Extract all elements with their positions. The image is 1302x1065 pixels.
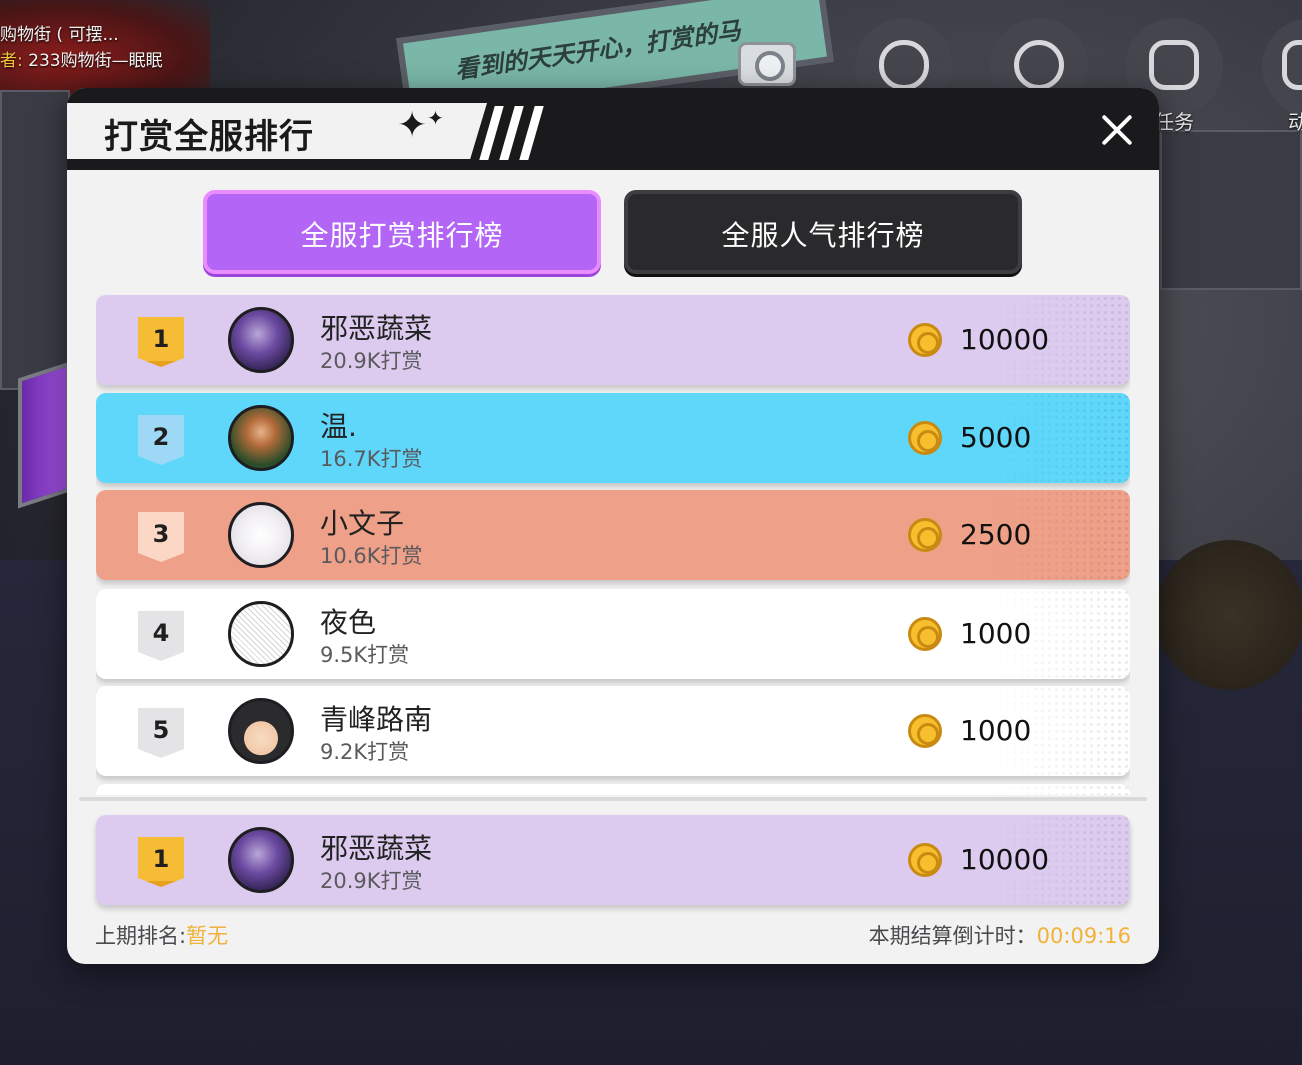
avatar[interactable] xyxy=(228,502,294,568)
scene-tile xyxy=(0,90,70,390)
rank-row[interactable]: 2 温. 16.7K打赏 5000 xyxy=(96,393,1130,483)
rank-row[interactable]: 3 小文子 10.6K打赏 2500 xyxy=(96,490,1130,580)
coin-icon xyxy=(908,323,942,357)
reward-amount: 1000 xyxy=(960,617,1032,650)
player-reward-total: 9.5K打赏 xyxy=(320,643,410,667)
reward-amount: 10000 xyxy=(960,843,1050,876)
caption-prefix: 者: xyxy=(0,51,23,71)
leaderboard-modal: 打赏全服排行 ✦✦ 全服打赏排行榜 全服人气排行榜 1 邪恶蔬菜 20.9K打赏… xyxy=(67,88,1159,964)
coin-icon xyxy=(908,714,942,748)
avatar[interactable] xyxy=(228,601,294,667)
countdown-label: 本期结算倒计时： xyxy=(868,924,1037,948)
task-icon xyxy=(1149,40,1199,90)
player-reward-total: 10.6K打赏 xyxy=(320,544,423,568)
rank-badge: 2 xyxy=(138,415,184,465)
list-divider xyxy=(79,797,1147,801)
hud-activity-button[interactable]: 动 xyxy=(1262,18,1302,134)
heart-hand-icon xyxy=(1014,40,1064,90)
scene-disc xyxy=(1155,540,1302,690)
player-name: 邪恶蔬菜 xyxy=(320,312,433,345)
coin-icon xyxy=(908,421,942,455)
reward-amount: 2500 xyxy=(960,518,1032,551)
modal-title: 打赏全服排行 xyxy=(104,117,314,157)
rank-list[interactable]: 1 邪恶蔬菜 20.9K打赏 10000 2 温. 16.7K打赏 5000 3… xyxy=(96,295,1130,795)
billboard-text: 看到的天天开心，打赏的马 xyxy=(453,16,743,85)
coin-icon xyxy=(908,518,942,552)
modal-header: 打赏全服排行 ✦✦ xyxy=(67,88,1159,170)
player-reward-total: 20.9K打赏 xyxy=(320,349,423,373)
camera-icon[interactable] xyxy=(738,42,796,86)
header-slash xyxy=(519,106,544,160)
rank-badge: 1 xyxy=(138,837,184,887)
countdown-value: 00:09:16 xyxy=(1036,924,1131,948)
scene-tile xyxy=(1160,130,1302,290)
scene-caption-line2: 者: 233购物街—眠眠 xyxy=(0,46,163,71)
rank-row-partial[interactable] xyxy=(96,784,1130,795)
rank-badge: 5 xyxy=(138,708,184,758)
rank-row[interactable]: 4 夜色 9.5K打赏 1000 xyxy=(96,589,1130,679)
rank-row[interactable]: 1 邪恶蔬菜 20.9K打赏 10000 xyxy=(96,295,1130,385)
close-icon[interactable] xyxy=(1097,110,1137,150)
rank-row[interactable]: 5 青峰路南 9.2K打赏 1000 xyxy=(96,686,1130,776)
last-rank-label: 上期排名: xyxy=(95,924,187,948)
tab-popularity-leaderboard[interactable]: 全服人气排行榜 xyxy=(624,190,1022,274)
last-rank-value: 暂无 xyxy=(186,924,229,948)
player-reward-total: 20.9K打赏 xyxy=(320,869,423,893)
avatar[interactable] xyxy=(228,827,294,893)
player-name: 青峰路南 xyxy=(320,703,433,736)
rank-badge: 4 xyxy=(138,611,184,661)
scene-caption-line1: 购物街 ( 可摆... xyxy=(0,25,119,45)
reward-amount: 1000 xyxy=(960,714,1032,747)
avatar[interactable] xyxy=(228,405,294,471)
rank-badge: 3 xyxy=(138,512,184,562)
reward-amount: 10000 xyxy=(960,323,1050,356)
coin-icon xyxy=(908,617,942,651)
player-name: 温. xyxy=(320,410,357,443)
caption-text: 233购物街—眠眠 xyxy=(28,51,163,71)
header-slash xyxy=(499,106,524,160)
settlement-countdown: 本期结算倒计时：00:09:16 xyxy=(869,920,1131,950)
coin-icon xyxy=(908,843,942,877)
tab-reward-leaderboard[interactable]: 全服打赏排行榜 xyxy=(203,190,601,274)
player-reward-total: 16.7K打赏 xyxy=(320,447,423,471)
player-name: 夜色 xyxy=(320,606,377,639)
hud-activity-label: 动 xyxy=(1288,110,1302,134)
player-name: 小文子 xyxy=(320,507,405,540)
avatar[interactable] xyxy=(228,307,294,373)
my-rank-row[interactable]: 1 邪恶蔬菜 20.9K打赏 10000 xyxy=(96,815,1130,905)
scene-cube xyxy=(18,361,70,509)
avatar[interactable] xyxy=(228,698,294,764)
sparkle-hud-icon xyxy=(1282,40,1302,90)
badge-icon xyxy=(879,40,929,90)
rank-badge: 1 xyxy=(138,317,184,367)
player-name: 邪恶蔬菜 xyxy=(320,832,433,865)
last-rank: 上期排名:暂无 xyxy=(95,920,228,950)
sparkle-icon: ✦✦ xyxy=(397,105,444,146)
reward-amount: 5000 xyxy=(960,421,1032,454)
player-reward-total: 9.2K打赏 xyxy=(320,740,410,764)
